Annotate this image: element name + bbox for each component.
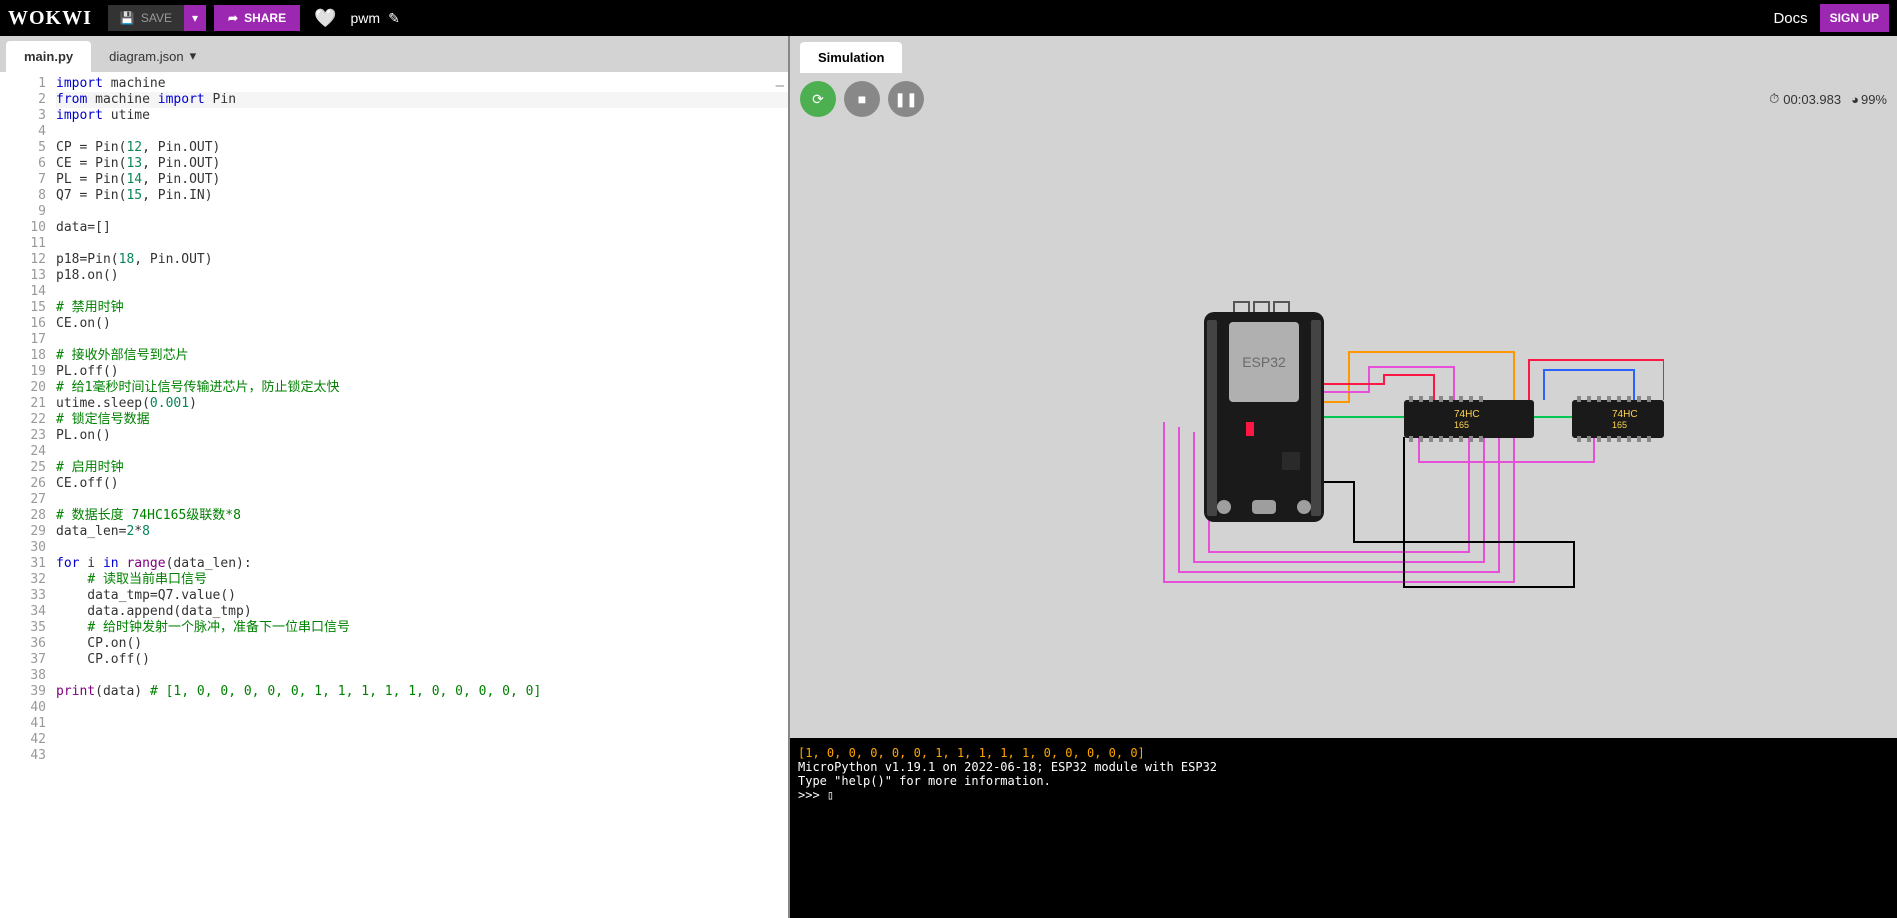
- edit-icon: ✎: [388, 10, 400, 27]
- like-button[interactable]: 🤍: [314, 8, 336, 29]
- chip-label: 74HC: [1612, 409, 1638, 420]
- terminal[interactable]: [1, 0, 0, 0, 0, 0, 1, 1, 1, 1, 1, 0, 0, …: [790, 738, 1897, 918]
- tab-main-py[interactable]: main.py: [6, 41, 91, 72]
- restart-icon: ⟳: [812, 91, 824, 108]
- save-label: SAVE: [141, 11, 172, 25]
- stop-icon: ■: [858, 91, 866, 107]
- sim-time-value: 00:03.983: [1783, 92, 1841, 107]
- circuit-diagram[interactable]: ESP32: [1024, 252, 1664, 612]
- topbar: WOKWI 💾 SAVE ▾ ➦ SHARE 🤍 pwm ✎ Docs SIGN…: [0, 0, 1897, 36]
- tab-label: main.py: [24, 49, 73, 64]
- stop-button[interactable]: ■: [844, 81, 880, 117]
- share-icon: ➦: [228, 11, 238, 25]
- esp32-board[interactable]: ESP32: [1204, 302, 1324, 522]
- project-name[interactable]: pwm ✎: [351, 10, 400, 27]
- sim-perf-value: 99%: [1861, 92, 1887, 107]
- sim-time: ⏱ 00:03.983: [1769, 91, 1841, 107]
- chip-74hc165-2[interactable]: 74HC 165: [1572, 396, 1664, 442]
- save-dropdown-button[interactable]: ▾: [184, 5, 206, 31]
- signup-button[interactable]: SIGN UP: [1820, 4, 1889, 32]
- heart-icon: 🤍: [314, 8, 336, 28]
- simulation-canvas[interactable]: ESP32: [790, 125, 1897, 738]
- save-icon: 💾: [120, 11, 135, 25]
- editor-panel: main.py diagram.json ▾ 12345678910111213…: [0, 36, 790, 918]
- pause-icon: ❚❚: [894, 91, 917, 108]
- tab-simulation[interactable]: Simulation: [800, 42, 902, 73]
- save-button[interactable]: 💾 SAVE: [108, 5, 184, 31]
- project-name-label: pwm: [351, 10, 381, 26]
- sim-tab-row: Simulation: [790, 36, 1897, 73]
- share-label: SHARE: [244, 11, 286, 25]
- code-content[interactable]: import machinefrom machine import Pinimp…: [56, 72, 788, 918]
- simulation-panel: Simulation ⟳ ■ ❚❚ ⏱ 00:03.983 ◕ 99%: [790, 36, 1897, 918]
- tab-label: diagram.json: [109, 49, 183, 64]
- chip-label-2: 165: [1612, 420, 1627, 430]
- tab-diagram-json[interactable]: diagram.json ▾: [91, 40, 214, 72]
- logo[interactable]: WOKWI: [8, 7, 92, 30]
- mcu-label: ESP32: [1242, 354, 1286, 370]
- chip-74hc165-1[interactable]: 74HC 165: [1404, 396, 1534, 442]
- sim-controls: ⟳ ■ ❚❚ ⏱ 00:03.983 ◕ 99%: [790, 73, 1897, 125]
- fold-icon[interactable]: —: [776, 78, 784, 94]
- chip-label: 74HC: [1454, 409, 1480, 420]
- gauge-icon: ◕: [1851, 92, 1859, 107]
- editor-tabs: main.py diagram.json ▾: [0, 36, 788, 72]
- stopwatch-icon: ⏱: [1769, 91, 1779, 107]
- chevron-down-icon: ▾: [192, 11, 198, 25]
- sim-performance: ◕ 99%: [1851, 92, 1887, 107]
- line-gutter: 1234567891011121314151617181920212223242…: [0, 72, 56, 918]
- restart-button[interactable]: ⟳: [800, 81, 836, 117]
- chip-label-2: 165: [1454, 420, 1469, 430]
- pause-button[interactable]: ❚❚: [888, 81, 924, 117]
- chevron-down-icon: ▾: [190, 48, 197, 64]
- docs-link[interactable]: Docs: [1773, 10, 1807, 27]
- code-editor[interactable]: 1234567891011121314151617181920212223242…: [0, 72, 788, 918]
- share-button[interactable]: ➦ SHARE: [214, 5, 300, 31]
